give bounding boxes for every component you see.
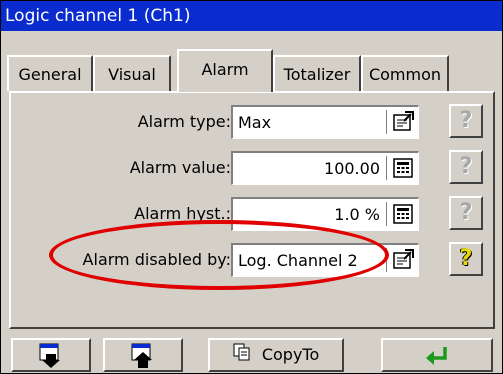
alarm-type-row: Alarm type: Max ? [11, 104, 493, 140]
move-down-button[interactable] [11, 338, 91, 372]
copy-to-label: CopyTo [261, 345, 320, 364]
alarm-value-label: Alarm value: [129, 158, 231, 177]
alarm-disabled-by-select[interactable]: Log. Channel 2 [231, 243, 419, 277]
tab-visual[interactable]: Visual [93, 55, 171, 91]
select-list-icon[interactable] [386, 248, 415, 272]
tab-common[interactable]: Common [361, 55, 449, 91]
help-question-icon: ? [459, 108, 473, 133]
copy-icon [233, 341, 251, 371]
alarm-value-value: 100.00 [324, 159, 380, 178]
tab-general[interactable]: General [7, 55, 93, 91]
keypad-icon[interactable] [386, 156, 415, 180]
alarm-hyst-row: Alarm hyst.: 1.0 % ? [11, 196, 493, 232]
tab-totalizer[interactable]: Totalizer [273, 55, 361, 91]
tab-label: Alarm [201, 60, 249, 79]
alarm-disabled-by-label: Alarm disabled by: [82, 250, 231, 269]
alarm-type-label: Alarm type: [137, 112, 231, 131]
alarm-disabled-by-help-button[interactable]: ? [449, 242, 483, 276]
alarm-type-help-button[interactable]: ? [449, 104, 483, 138]
window-arrow-up-icon [128, 343, 158, 368]
tab-label: Totalizer [283, 65, 351, 84]
tab-alarm[interactable]: Alarm [177, 49, 273, 92]
alarm-hyst-help-button[interactable]: ? [449, 196, 483, 230]
alarm-disabled-by-row: Alarm disabled by: Log. Channel 2 ? [11, 242, 493, 278]
select-list-icon[interactable] [386, 110, 415, 134]
alarm-hyst-input[interactable]: 1.0 % [231, 197, 419, 231]
alarm-hyst-label: Alarm hyst.: [134, 204, 231, 223]
window-title: Logic channel 1 (Ch1) [1, 1, 502, 31]
window-arrow-down-icon [36, 343, 66, 368]
alarm-value-help-button[interactable]: ? [449, 150, 483, 184]
enter-button[interactable] [381, 338, 493, 372]
tab-label: Common [368, 65, 442, 84]
alarm-settings-panel: Alarm type: Max ? Alarm value: 100.00 ? … [9, 91, 495, 329]
alarm-type-value: Max [238, 113, 272, 132]
alarm-value-input[interactable]: 100.00 [231, 151, 419, 185]
tab-label: Visual [108, 65, 156, 84]
help-question-icon: ? [459, 246, 473, 271]
help-question-icon: ? [459, 200, 473, 225]
bottom-toolbar: CopyTo [1, 334, 502, 373]
alarm-disabled-by-value: Log. Channel 2 [238, 251, 358, 270]
alarm-value-row: Alarm value: 100.00 ? [11, 150, 493, 186]
logic-channel-dialog: Logic channel 1 (Ch1) General Visual Ala… [0, 0, 503, 374]
help-question-icon: ? [459, 154, 473, 179]
alarm-hyst-value: 1.0 % [334, 205, 380, 224]
alarm-type-select[interactable]: Max [231, 105, 419, 139]
enter-arrow-icon [422, 345, 452, 365]
move-up-button[interactable] [103, 338, 183, 372]
copy-to-button[interactable]: CopyTo [208, 338, 344, 372]
tab-label: General [18, 65, 82, 84]
keypad-icon[interactable] [386, 202, 415, 226]
